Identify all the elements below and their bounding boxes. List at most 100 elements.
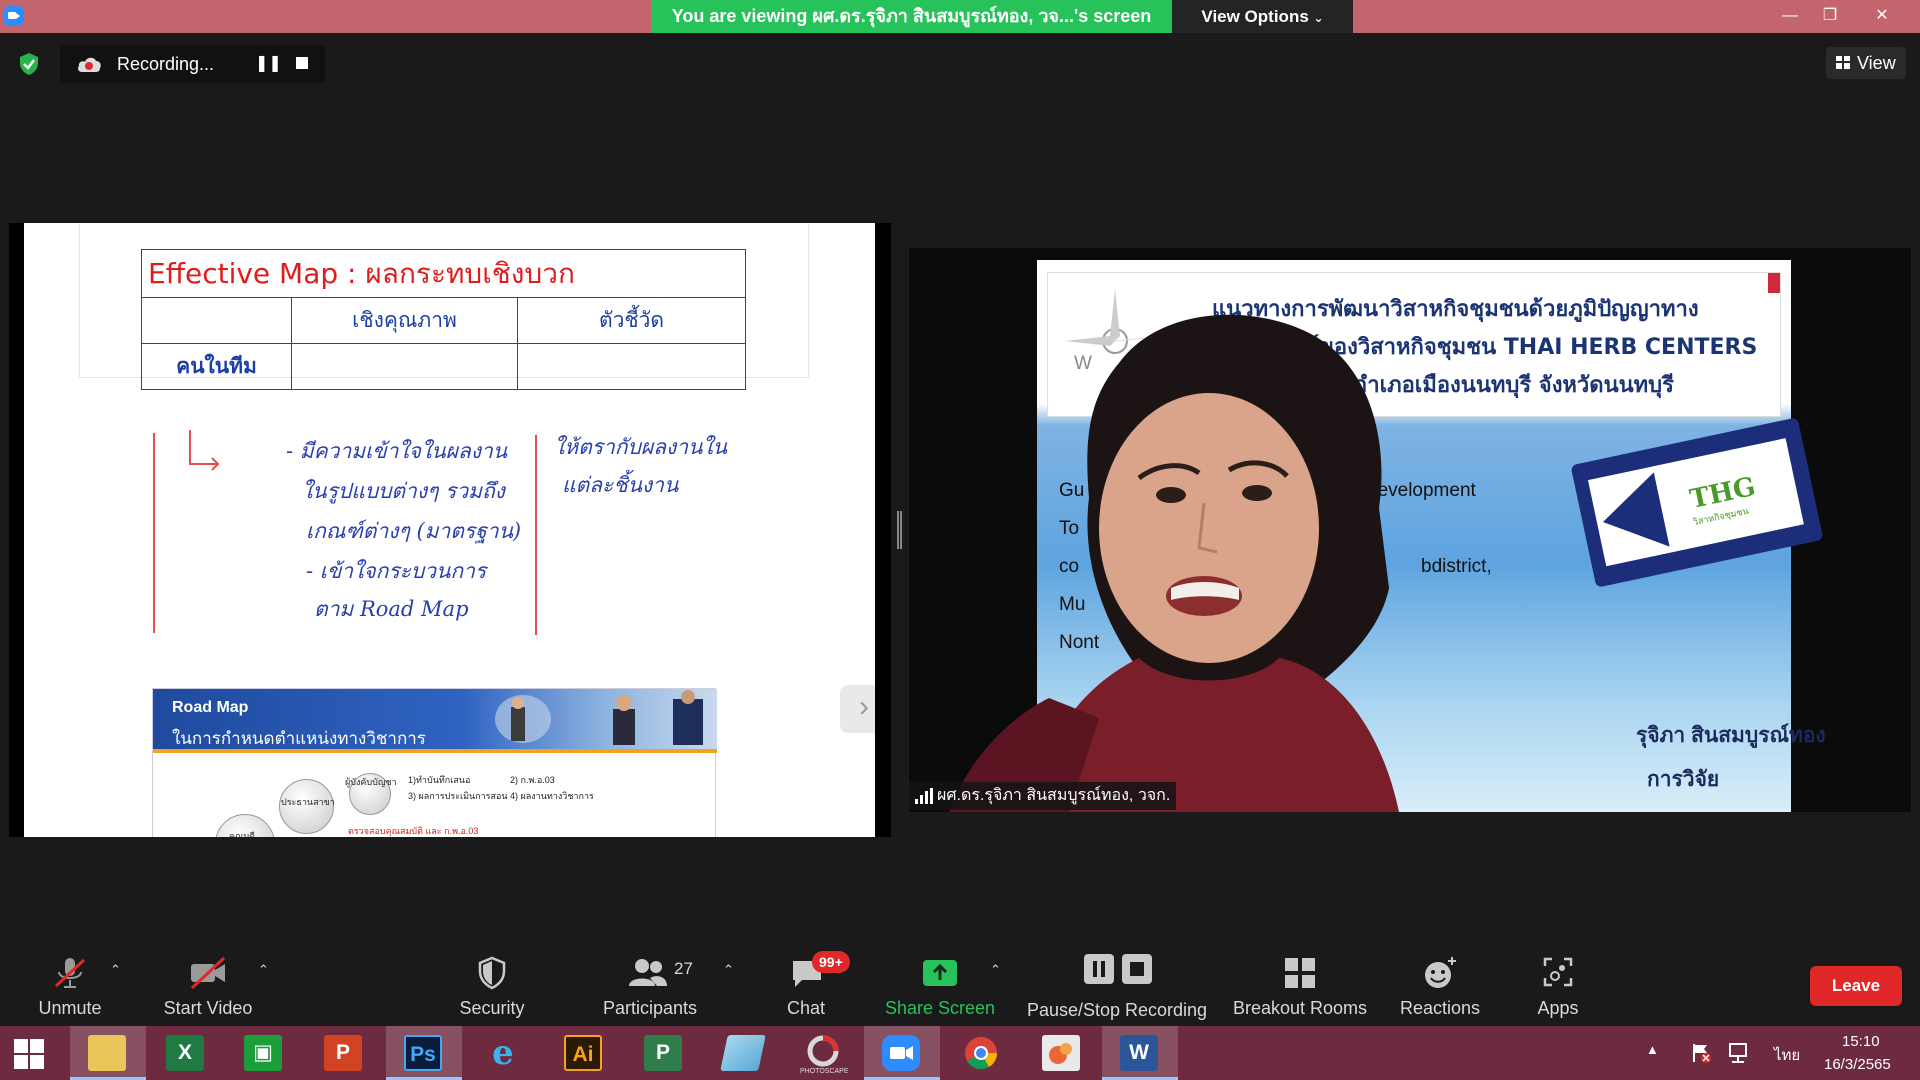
breakout-rooms-icon — [1285, 958, 1315, 988]
stop-recording-button[interactable] — [296, 57, 308, 69]
roadmap-title: Road Map — [172, 699, 249, 716]
taskbar-chrome[interactable] — [944, 1026, 1020, 1080]
pause-recording-button[interactable]: ❚❚ — [255, 51, 282, 77]
input-language[interactable]: ไทย — [1774, 1043, 1800, 1067]
speaker-person-image — [949, 314, 1399, 812]
taskbar-word[interactable]: W — [1102, 1026, 1178, 1080]
notepad-icon — [720, 1035, 766, 1071]
recording-indicator: Recording... ❚❚ — [60, 45, 325, 83]
taskbar-internet-explorer[interactable]: e — [466, 1026, 542, 1080]
taskbar-powerpoint[interactable]: P — [306, 1026, 382, 1080]
unmute-button[interactable]: Unmute — [20, 940, 120, 1026]
security-shield-icon — [478, 956, 506, 990]
roadmap-note: ประธานสาขา — [281, 797, 335, 807]
participants-button[interactable]: Participants — [590, 940, 710, 1026]
taskbar-illustrator[interactable]: Ai — [546, 1026, 622, 1080]
participants-caret-icon[interactable]: ⌃ — [723, 962, 734, 978]
taskbar-photoscape[interactable]: PHOTOSCAPE — [786, 1026, 862, 1080]
roadmap-note: 3) ผลการประเมินการสอน — [408, 791, 508, 801]
meeting-toolbar: Unmute ⌃ Start Video ⌃ Security Particip… — [0, 940, 1920, 1026]
annotation-line — [153, 433, 155, 633]
clock-time[interactable]: 15:10 — [1842, 1033, 1880, 1050]
roadmap-subtitle: ในการกำหนดตำแหน่งทางวิชาการ — [172, 729, 426, 748]
table-corner-cell — [141, 297, 292, 344]
maximize-button[interactable]: ❐ — [1810, 0, 1850, 33]
taskbar-project[interactable]: P — [626, 1026, 702, 1080]
share-screen-icon — [923, 960, 957, 986]
taskbar-file-explorer[interactable] — [70, 1026, 146, 1080]
encryption-shield-icon[interactable] — [18, 52, 40, 76]
roadmap-banner: Road Map ในการกำหนดตำแหน่งทางวิชาการ — [153, 689, 717, 753]
view-label: View — [1857, 53, 1896, 73]
close-button[interactable]: ✕ — [1862, 0, 1902, 33]
shared-screen: Effective Map : ผลกระทบเชิงบวก เชิงคุณภา… — [9, 223, 891, 837]
roadmap-note: คณบดี — [229, 831, 255, 837]
effective-map-title: Effective Map : ผลกระทบเชิงบวก — [141, 249, 746, 298]
breakout-rooms-label: Breakout Rooms — [1232, 998, 1368, 1018]
handwriting-line: ในรูปแบบต่างๆ รวมถึง — [302, 479, 505, 503]
excel-icon: X — [166, 1035, 204, 1071]
leave-button[interactable]: Leave — [1810, 966, 1902, 1006]
action-center-flag-icon[interactable] — [1690, 1042, 1712, 1064]
participants-icon — [629, 959, 667, 986]
handwriting-line: ให้ตรากับผลงานใน — [554, 435, 728, 459]
chevron-down-icon: ⌄ — [1313, 11, 1324, 25]
next-slide-button[interactable]: › — [840, 685, 875, 733]
show-hidden-icons-chevron-icon[interactable]: ▲ — [1646, 1042, 1659, 1057]
participants-label: Participants — [602, 998, 698, 1018]
taskbar-excel[interactable]: X — [148, 1026, 224, 1080]
roadmap-note: 1)ทำบันทึกเสนอ — [408, 775, 471, 785]
store-bag-icon: ▣ — [244, 1035, 282, 1071]
effective-map-table: Effective Map : ผลกระทบเชิงบวก เชิงคุณภา… — [141, 249, 746, 390]
speaker-video-tile[interactable]: W แนวทางการพัฒนาวิสาหกิจชุมชนด้วยภูมิปัญ… — [909, 248, 1911, 812]
annotation-line — [535, 435, 537, 635]
view-options-button[interactable]: View Options ⌄ — [1172, 0, 1353, 33]
taskbar-store[interactable]: ▣ — [226, 1026, 302, 1080]
recording-label: Recording... — [117, 54, 215, 74]
video-camera-off-icon — [190, 956, 226, 990]
viewing-banner: You are viewing ผศ.ดร.รุจิภา สินสมบูรณ์ท… — [651, 0, 1172, 33]
table-cell — [517, 343, 746, 390]
share-screen-label: Share Screen — [884, 998, 996, 1018]
handwriting-line: - มีความเข้าใจในผลงาน — [286, 439, 508, 463]
windows-taskbar: X ▣ P Ps e Ai P PHOTOSCAPE W ▲ ไทย 15:10… — [0, 1026, 1920, 1080]
office-icon — [1042, 1035, 1080, 1071]
network-icon[interactable] — [1726, 1042, 1750, 1064]
taskbar-office[interactable] — [1024, 1026, 1100, 1080]
start-video-button[interactable]: Start Video — [158, 940, 258, 1026]
share-screen-button[interactable]: Share Screen — [880, 940, 1000, 1026]
apps-button[interactable]: Apps — [1518, 940, 1598, 1026]
chrome-icon — [962, 1035, 1000, 1071]
annotation-arrow-icon — [189, 430, 220, 471]
share-options-caret-icon[interactable]: ⌃ — [990, 962, 1001, 978]
internet-explorer-icon: e — [492, 1033, 514, 1073]
security-button[interactable]: Security — [442, 940, 542, 1026]
taskbar-notepad[interactable] — [706, 1026, 782, 1080]
windows-start-icon[interactable] — [14, 1039, 44, 1069]
illustrator-icon: Ai — [564, 1035, 602, 1071]
business-people-image — [495, 690, 703, 745]
start-video-label: Start Video — [163, 998, 253, 1018]
clock-date[interactable]: 16/3/2565 — [1824, 1056, 1891, 1073]
audio-options-caret-icon[interactable]: ⌃ — [110, 962, 121, 978]
handwriting-line: ตาม Road Map — [314, 597, 469, 621]
view-button[interactable]: View — [1826, 47, 1906, 79]
roadmap-note: ผู้บังคับบัญชา — [345, 777, 397, 787]
taskbar-zoom[interactable] — [864, 1026, 940, 1080]
taskbar-photoshop[interactable]: Ps — [386, 1026, 462, 1080]
pause-stop-recording-button[interactable]: Pause/Stop Recording — [1022, 940, 1212, 1026]
chat-label: Chat — [786, 998, 826, 1018]
participants-count: 27 — [674, 959, 693, 978]
reactions-button[interactable]: Reactions — [1390, 940, 1490, 1026]
minimize-button[interactable]: — — [1770, 0, 1810, 33]
apps-label: Apps — [1537, 998, 1579, 1018]
roadmap-slide: Road Map ในการกำหนดตำแหน่งทางวิชาการ 1)ท… — [152, 688, 717, 837]
video-options-caret-icon[interactable]: ⌃ — [258, 962, 269, 978]
breakout-rooms-button[interactable]: Breakout Rooms — [1228, 940, 1372, 1026]
roadmap-note: 4) ผลงานทางวิชาการ — [510, 791, 594, 801]
panel-splitter-handle[interactable] — [897, 511, 902, 549]
photoscape-caption: PHOTOSCAPE — [800, 1068, 849, 1075]
pause-stop-recording-label: Pause/Stop Recording — [1026, 1000, 1208, 1020]
security-label: Security — [459, 998, 525, 1018]
folder-icon — [88, 1035, 126, 1071]
